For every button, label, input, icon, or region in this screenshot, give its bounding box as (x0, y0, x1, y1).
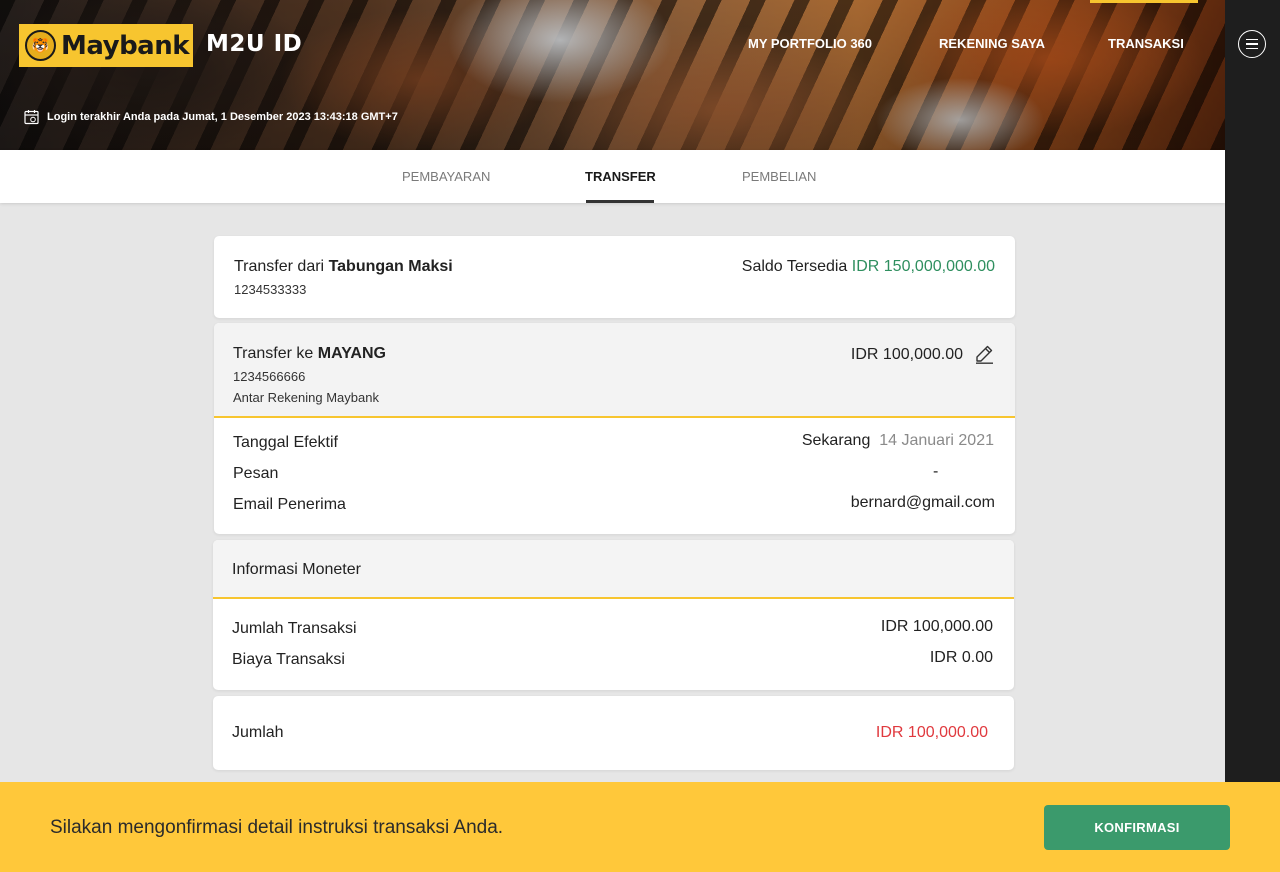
recipient-email-value: bernard@gmail.com (850, 494, 995, 511)
source-account-name: Tabungan Maksi (328, 258, 453, 275)
total-label: Jumlah (232, 724, 284, 741)
logo-text: Maybank (61, 30, 190, 61)
tab-transfer[interactable]: TRANSFER (585, 169, 656, 184)
effective-date-mode: Sekarang (801, 432, 871, 449)
monetary-info-header: Informasi Moneter (213, 540, 1014, 599)
transaction-fee-value: IDR 0.00 (929, 649, 993, 666)
nav-rekening-saya[interactable]: REKENING SAYA (939, 36, 1045, 51)
available-balance: Saldo Tersedia IDR 150,000,000.00 (742, 258, 995, 276)
effective-date-label: Tanggal Efektif (233, 434, 338, 451)
transfer-to-header: Transfer ke MAYANG 1234566666 Antar Reke… (214, 323, 1015, 418)
recipient-name: MAYANG (317, 345, 386, 362)
recipient-account-number: 1234566666 (233, 369, 306, 384)
confirm-button[interactable]: KONFIRMASI (1044, 805, 1230, 850)
total-value: IDR 100,000.00 (875, 724, 988, 741)
transfer-to-prefix: Transfer ke (233, 345, 314, 362)
monetary-info-card: Informasi Moneter Jumlah Transaksi IDR 1… (213, 540, 1014, 690)
nav-transaksi[interactable]: TRANSAKSI (1108, 36, 1184, 51)
effective-date-value: Sekarang 14 Januari 2021 (802, 432, 994, 450)
active-tab-underline (586, 200, 654, 203)
effective-date: 14 Januari 2021 (879, 432, 994, 449)
transfer-from-card: Transfer dari Tabungan Maksi 1234533333 … (214, 236, 1015, 318)
transaction-amount-label: Jumlah Transaksi (232, 620, 357, 637)
nav-active-indicator (1090, 0, 1198, 3)
transfer-to-heading: Transfer ke MAYANG (233, 345, 386, 363)
transfer-to-card: Transfer ke MAYANG 1234566666 Antar Reke… (214, 323, 1015, 534)
recipient-email-label: Email Penerima (233, 496, 346, 513)
confirmation-bar: Silakan mengonfirmasi detail instruksi t… (0, 782, 1280, 872)
nav-my-portfolio[interactable]: MY PORTFOLIO 360 (748, 36, 872, 51)
message-value: - (933, 463, 939, 480)
hero-banner (0, 0, 1225, 150)
hamburger-menu-icon[interactable] (1238, 30, 1266, 58)
transfer-type: Antar Rekening Maybank (233, 390, 379, 405)
tiger-emblem-icon: 🐯 (25, 30, 56, 61)
transfer-from-prefix: Transfer dari (234, 258, 325, 275)
transaction-amount-value: IDR 100,000.00 (880, 618, 993, 635)
balance-label: Saldo Tersedia (741, 258, 848, 275)
side-rail (1225, 0, 1280, 782)
transaction-fee-label: Biaya Transaksi (232, 651, 345, 668)
last-login-text: Login terakhir Anda pada Jumat, 1 Desemb… (47, 111, 398, 123)
total-card: Jumlah IDR 100,000.00 (213, 696, 1014, 770)
transaction-subtabs: PEMBAYARAN TRANSFER PEMBELIAN (0, 150, 1225, 203)
transfer-amount: IDR 100,000.00 (850, 346, 963, 363)
message-label: Pesan (233, 465, 279, 482)
product-name: M2U ID (206, 31, 303, 57)
last-login-info: Login terakhir Anda pada Jumat, 1 Desemb… (24, 109, 398, 125)
calendar-icon (24, 110, 39, 125)
tab-pembelian[interactable]: PEMBELIAN (742, 169, 816, 184)
transfer-from-heading: Transfer dari Tabungan Maksi (234, 258, 453, 276)
tab-pembayaran[interactable]: PEMBAYARAN (402, 169, 490, 184)
source-account-number: 1234533333 (234, 282, 307, 297)
balance-value: IDR 150,000,000.00 (851, 258, 995, 275)
maybank-logo[interactable]: 🐯 Maybank (19, 24, 193, 67)
pencil-icon[interactable] (974, 344, 994, 364)
monetary-info-title: Informasi Moneter (232, 561, 361, 578)
confirmation-message: Silakan mengonfirmasi detail instruksi t… (50, 817, 504, 838)
